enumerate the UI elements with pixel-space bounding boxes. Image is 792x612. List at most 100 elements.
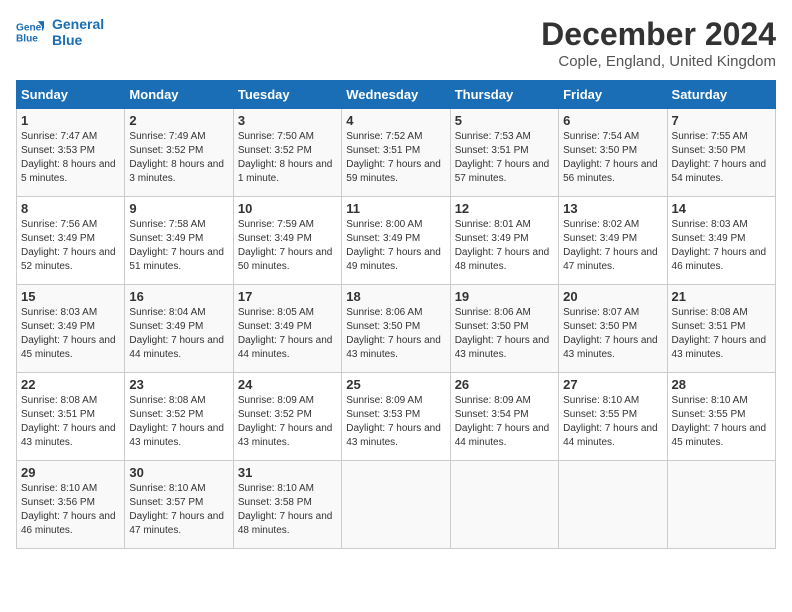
calendar-cell: 30 Sunrise: 8:10 AMSunset: 3:57 PMDaylig…	[125, 461, 233, 549]
day-number: 20	[563, 289, 662, 304]
calendar-cell: 25 Sunrise: 8:09 AMSunset: 3:53 PMDaylig…	[342, 373, 450, 461]
day-number: 5	[455, 113, 554, 128]
day-number: 27	[563, 377, 662, 392]
calendar-cell: 7 Sunrise: 7:55 AMSunset: 3:50 PMDayligh…	[667, 109, 775, 197]
day-number: 28	[672, 377, 771, 392]
day-detail: Sunrise: 7:54 AMSunset: 3:50 PMDaylight:…	[563, 130, 662, 186]
calendar-week-1: 1 Sunrise: 7:47 AMSunset: 3:53 PMDayligh…	[17, 109, 776, 197]
day-detail: Sunrise: 7:53 AMSunset: 3:51 PMDaylight:…	[455, 130, 554, 186]
calendar-cell: 15 Sunrise: 8:03 AMSunset: 3:49 PMDaylig…	[17, 285, 125, 373]
calendar-cell: 27 Sunrise: 8:10 AMSunset: 3:55 PMDaylig…	[559, 373, 667, 461]
calendar-cell: 19 Sunrise: 8:06 AMSunset: 3:50 PMDaylig…	[450, 285, 558, 373]
day-number: 14	[672, 201, 771, 216]
calendar-cell: 11 Sunrise: 8:00 AMSunset: 3:49 PMDaylig…	[342, 197, 450, 285]
day-number: 11	[346, 201, 445, 216]
day-number: 18	[346, 289, 445, 304]
day-detail: Sunrise: 7:55 AMSunset: 3:50 PMDaylight:…	[672, 130, 771, 186]
day-number: 31	[238, 465, 337, 480]
day-detail: Sunrise: 7:56 AMSunset: 3:49 PMDaylight:…	[21, 218, 120, 274]
day-detail: Sunrise: 8:09 AMSunset: 3:54 PMDaylight:…	[455, 394, 554, 450]
location-subtitle: Cople, England, United Kingdom	[541, 53, 776, 70]
day-detail: Sunrise: 7:58 AMSunset: 3:49 PMDaylight:…	[129, 218, 228, 274]
day-number: 10	[238, 201, 337, 216]
day-detail: Sunrise: 8:10 AMSunset: 3:57 PMDaylight:…	[129, 482, 228, 538]
calendar-cell: 28 Sunrise: 8:10 AMSunset: 3:55 PMDaylig…	[667, 373, 775, 461]
calendar-cell: 6 Sunrise: 7:54 AMSunset: 3:50 PMDayligh…	[559, 109, 667, 197]
col-saturday: Saturday	[667, 81, 775, 109]
month-title: December 2024	[541, 16, 776, 53]
day-detail: Sunrise: 8:03 AMSunset: 3:49 PMDaylight:…	[672, 218, 771, 274]
calendar-cell: 26 Sunrise: 8:09 AMSunset: 3:54 PMDaylig…	[450, 373, 558, 461]
day-number: 19	[455, 289, 554, 304]
day-detail: Sunrise: 8:08 AMSunset: 3:51 PMDaylight:…	[21, 394, 120, 450]
day-number: 30	[129, 465, 228, 480]
calendar-cell: 21 Sunrise: 8:08 AMSunset: 3:51 PMDaylig…	[667, 285, 775, 373]
calendar-cell: 3 Sunrise: 7:50 AMSunset: 3:52 PMDayligh…	[233, 109, 341, 197]
day-number: 22	[21, 377, 120, 392]
day-number: 21	[672, 289, 771, 304]
calendar-week-4: 22 Sunrise: 8:08 AMSunset: 3:51 PMDaylig…	[17, 373, 776, 461]
col-thursday: Thursday	[450, 81, 558, 109]
day-number: 3	[238, 113, 337, 128]
svg-text:General: General	[16, 22, 44, 33]
logo-icon: General Blue	[16, 18, 44, 46]
calendar-cell: 23 Sunrise: 8:08 AMSunset: 3:52 PMDaylig…	[125, 373, 233, 461]
calendar-week-2: 8 Sunrise: 7:56 AMSunset: 3:49 PMDayligh…	[17, 197, 776, 285]
day-detail: Sunrise: 8:10 AMSunset: 3:55 PMDaylight:…	[563, 394, 662, 450]
day-number: 7	[672, 113, 771, 128]
calendar-cell: 17 Sunrise: 8:05 AMSunset: 3:49 PMDaylig…	[233, 285, 341, 373]
calendar-cell: 5 Sunrise: 7:53 AMSunset: 3:51 PMDayligh…	[450, 109, 558, 197]
day-number: 29	[21, 465, 120, 480]
calendar-table: Sunday Monday Tuesday Wednesday Thursday…	[16, 80, 776, 549]
day-number: 8	[21, 201, 120, 216]
day-detail: Sunrise: 8:06 AMSunset: 3:50 PMDaylight:…	[455, 306, 554, 362]
calendar-cell: 16 Sunrise: 8:04 AMSunset: 3:49 PMDaylig…	[125, 285, 233, 373]
day-number: 23	[129, 377, 228, 392]
calendar-cell: 29 Sunrise: 8:10 AMSunset: 3:56 PMDaylig…	[17, 461, 125, 549]
day-detail: Sunrise: 8:05 AMSunset: 3:49 PMDaylight:…	[238, 306, 337, 362]
day-number: 12	[455, 201, 554, 216]
calendar-cell: 22 Sunrise: 8:08 AMSunset: 3:51 PMDaylig…	[17, 373, 125, 461]
calendar-body: 1 Sunrise: 7:47 AMSunset: 3:53 PMDayligh…	[17, 109, 776, 549]
logo-line2: Blue	[52, 32, 104, 48]
calendar-cell: 20 Sunrise: 8:07 AMSunset: 3:50 PMDaylig…	[559, 285, 667, 373]
calendar-cell: 2 Sunrise: 7:49 AMSunset: 3:52 PMDayligh…	[125, 109, 233, 197]
day-detail: Sunrise: 8:07 AMSunset: 3:50 PMDaylight:…	[563, 306, 662, 362]
day-detail: Sunrise: 8:00 AMSunset: 3:49 PMDaylight:…	[346, 218, 445, 274]
day-detail: Sunrise: 8:10 AMSunset: 3:58 PMDaylight:…	[238, 482, 337, 538]
title-block: December 2024 Cople, England, United Kin…	[541, 16, 776, 70]
day-detail: Sunrise: 7:49 AMSunset: 3:52 PMDaylight:…	[129, 130, 228, 186]
calendar-cell: 14 Sunrise: 8:03 AMSunset: 3:49 PMDaylig…	[667, 197, 775, 285]
calendar-cell: 10 Sunrise: 7:59 AMSunset: 3:49 PMDaylig…	[233, 197, 341, 285]
day-number: 6	[563, 113, 662, 128]
calendar-cell: 1 Sunrise: 7:47 AMSunset: 3:53 PMDayligh…	[17, 109, 125, 197]
calendar-cell	[342, 461, 450, 549]
calendar-cell	[450, 461, 558, 549]
calendar-cell: 8 Sunrise: 7:56 AMSunset: 3:49 PMDayligh…	[17, 197, 125, 285]
calendar-cell	[667, 461, 775, 549]
col-wednesday: Wednesday	[342, 81, 450, 109]
calendar-cell: 12 Sunrise: 8:01 AMSunset: 3:49 PMDaylig…	[450, 197, 558, 285]
calendar-cell: 18 Sunrise: 8:06 AMSunset: 3:50 PMDaylig…	[342, 285, 450, 373]
calendar-week-5: 29 Sunrise: 8:10 AMSunset: 3:56 PMDaylig…	[17, 461, 776, 549]
day-number: 13	[563, 201, 662, 216]
svg-text:Blue: Blue	[16, 33, 38, 44]
day-number: 1	[21, 113, 120, 128]
col-sunday: Sunday	[17, 81, 125, 109]
day-detail: Sunrise: 7:52 AMSunset: 3:51 PMDaylight:…	[346, 130, 445, 186]
page-header: General Blue General Blue December 2024 …	[16, 16, 776, 70]
calendar-cell: 9 Sunrise: 7:58 AMSunset: 3:49 PMDayligh…	[125, 197, 233, 285]
day-detail: Sunrise: 8:06 AMSunset: 3:50 PMDaylight:…	[346, 306, 445, 362]
calendar-cell: 31 Sunrise: 8:10 AMSunset: 3:58 PMDaylig…	[233, 461, 341, 549]
col-tuesday: Tuesday	[233, 81, 341, 109]
day-detail: Sunrise: 8:08 AMSunset: 3:51 PMDaylight:…	[672, 306, 771, 362]
col-monday: Monday	[125, 81, 233, 109]
day-number: 16	[129, 289, 228, 304]
day-detail: Sunrise: 8:10 AMSunset: 3:56 PMDaylight:…	[21, 482, 120, 538]
day-detail: Sunrise: 7:47 AMSunset: 3:53 PMDaylight:…	[21, 130, 120, 186]
day-detail: Sunrise: 7:59 AMSunset: 3:49 PMDaylight:…	[238, 218, 337, 274]
day-number: 17	[238, 289, 337, 304]
day-detail: Sunrise: 8:03 AMSunset: 3:49 PMDaylight:…	[21, 306, 120, 362]
day-detail: Sunrise: 7:50 AMSunset: 3:52 PMDaylight:…	[238, 130, 337, 186]
col-friday: Friday	[559, 81, 667, 109]
